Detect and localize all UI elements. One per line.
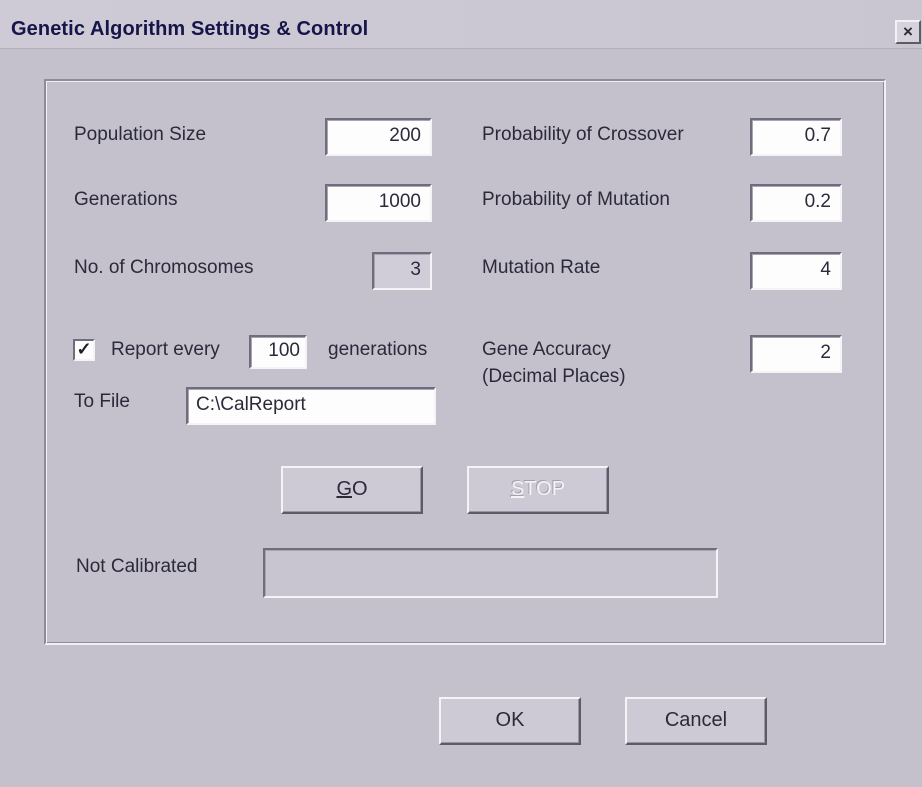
mutation-prob-label: Probability of Mutation bbox=[482, 189, 670, 210]
generations-field[interactable]: 1000 bbox=[325, 184, 432, 222]
report-every-field[interactable]: 100 bbox=[249, 335, 307, 369]
close-button[interactable]: × bbox=[895, 20, 921, 44]
crossover-field[interactable]: 0.7 bbox=[750, 118, 842, 156]
mutation-prob-field[interactable]: 0.2 bbox=[750, 184, 842, 222]
gene-accuracy-field[interactable]: 2 bbox=[750, 335, 842, 373]
gene-accuracy-sublabel: (Decimal Places) bbox=[482, 366, 626, 387]
to-file-field[interactable]: C:\CalReport bbox=[186, 387, 436, 425]
population-size-label: Population Size bbox=[74, 124, 207, 145]
mutation-rate-label: Mutation Rate bbox=[482, 257, 601, 278]
chromosomes-label: No. of Chromosomes bbox=[74, 257, 254, 278]
report-every-label: Report every bbox=[111, 339, 220, 360]
calibration-progress-field bbox=[263, 548, 718, 598]
title-bar[interactable]: Genetic Algorithm Settings & Control × bbox=[0, 0, 922, 49]
go-button[interactable]: GO bbox=[281, 466, 423, 514]
gene-accuracy-label: Gene Accuracy bbox=[482, 339, 611, 360]
check-icon: ✓ bbox=[76, 339, 92, 359]
crossover-label: Probability of Crossover bbox=[482, 124, 684, 145]
cancel-button-label: Cancel bbox=[664, 709, 728, 731]
to-file-label: To File bbox=[74, 391, 130, 412]
ok-button-label: OK bbox=[495, 709, 525, 731]
mutation-rate-field[interactable]: 4 bbox=[750, 252, 842, 290]
report-checkbox[interactable]: ✓ bbox=[73, 339, 95, 361]
stop-button-label: STOP bbox=[510, 478, 566, 500]
chromosomes-field: 3 bbox=[372, 252, 432, 290]
generations-label: Generations bbox=[74, 189, 178, 210]
close-icon: × bbox=[903, 22, 913, 41]
calibration-status-label: Not Calibrated bbox=[76, 556, 198, 577]
generations-suffix-label: generations bbox=[328, 339, 428, 360]
window-title: Genetic Algorithm Settings & Control bbox=[11, 18, 369, 40]
cancel-button[interactable]: Cancel bbox=[625, 697, 767, 745]
stop-button[interactable]: STOP bbox=[467, 466, 609, 514]
ga-settings-dialog: Genetic Algorithm Settings & Control × P… bbox=[0, 0, 922, 787]
population-size-field[interactable]: 200 bbox=[325, 118, 432, 156]
ok-button[interactable]: OK bbox=[439, 697, 581, 745]
go-button-label: GO bbox=[336, 478, 368, 500]
